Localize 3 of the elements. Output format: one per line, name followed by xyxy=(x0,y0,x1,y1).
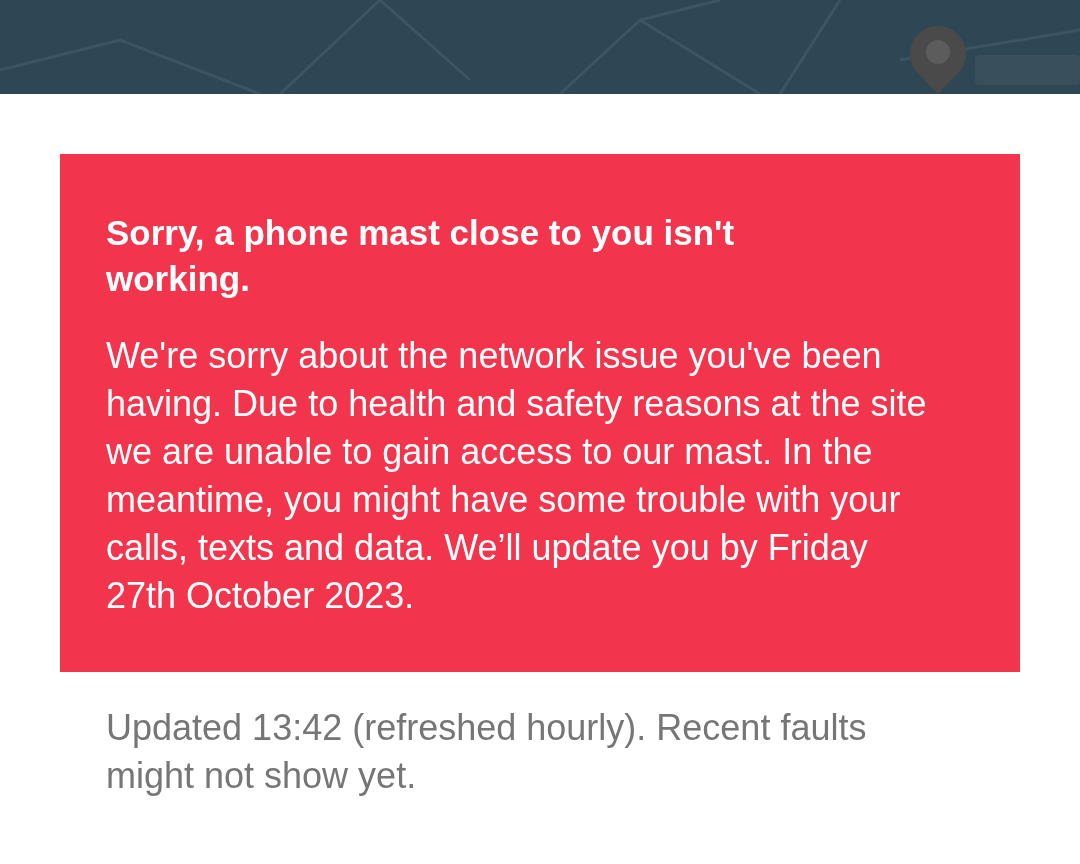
alert-title: Sorry, a phone mast close to you isn't working. xyxy=(106,212,736,300)
alert-message: We're sorry about the network issue you've been having. Due to health and safety reasons at the site we are unable to gain access to our mast. In the meantime, you might have some trouble with your calls, texts and data. We’ll update you by Friday 27th October 2023. xyxy=(106,334,928,618)
update-note: Updated 13:42 (refreshed hourly). Recent faults might not show yet. xyxy=(105,706,868,798)
